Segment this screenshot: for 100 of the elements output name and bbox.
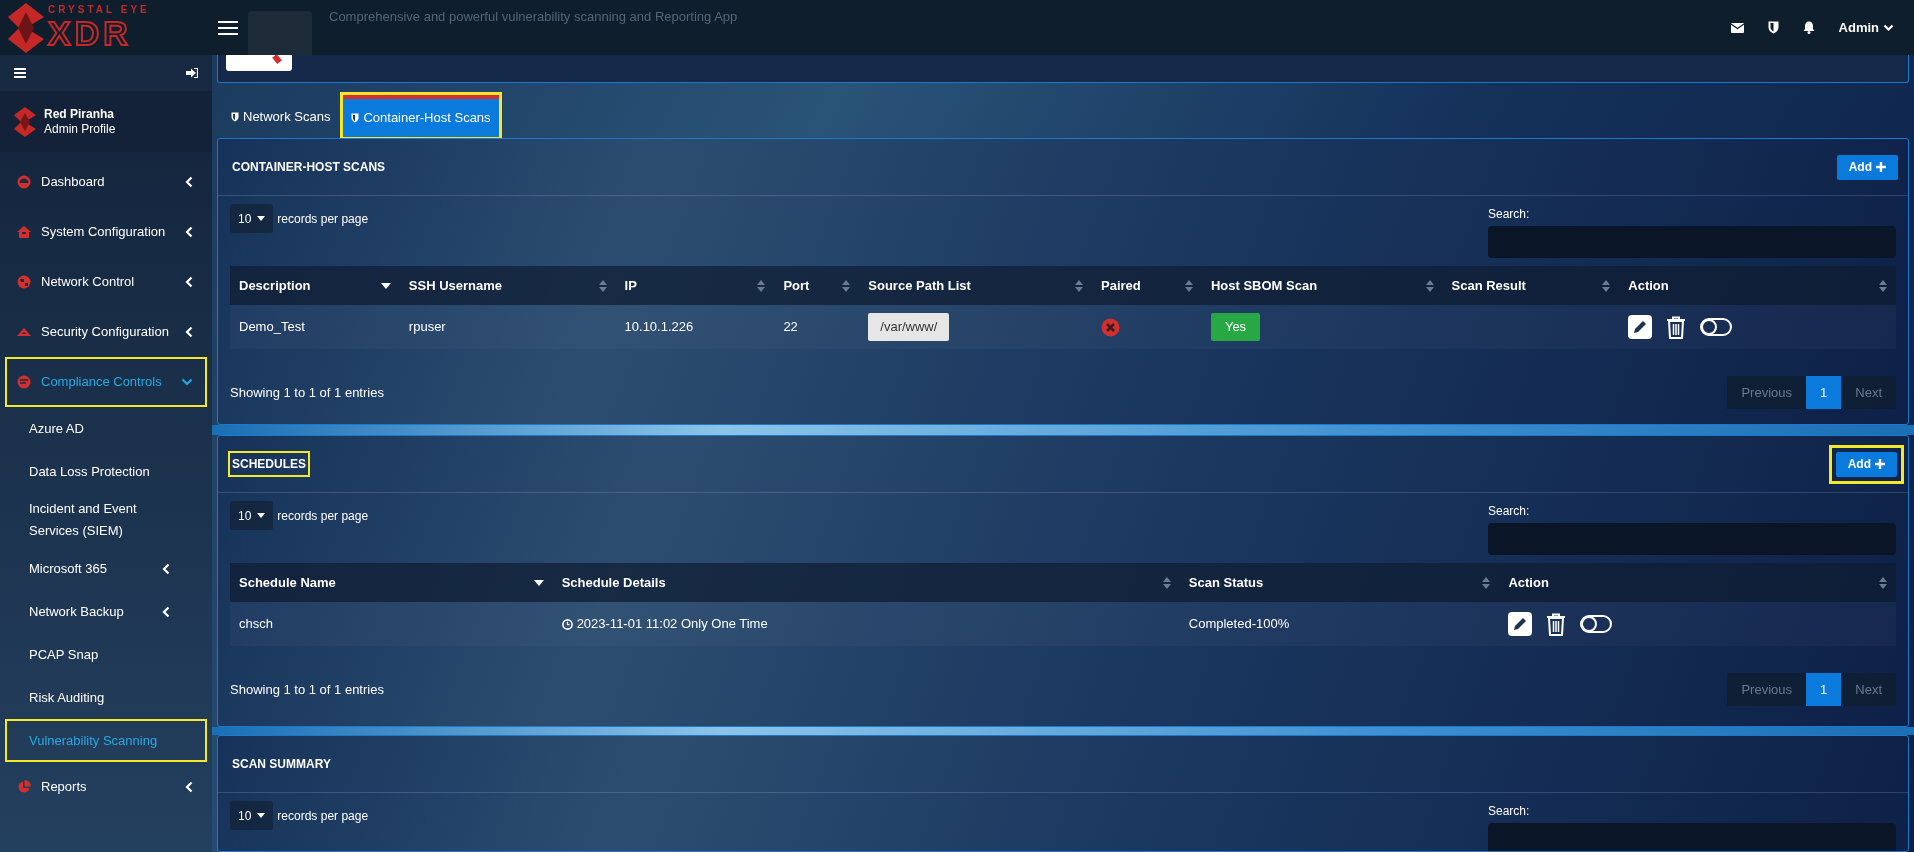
sort-icon[interactable] [1162, 576, 1171, 589]
shield-icon [231, 112, 239, 122]
column-header[interactable]: Scan Status [1179, 563, 1500, 602]
nav-item[interactable]: Compliance Controls [5, 357, 207, 407]
column-header[interactable]: Schedule Details [552, 563, 1180, 602]
sort-icon[interactable] [1184, 279, 1193, 292]
clock-icon [561, 618, 573, 630]
records-label: records per page [277, 507, 369, 525]
globe-icon [17, 275, 31, 289]
sort-icon[interactable] [1602, 279, 1611, 292]
plus-icon [1876, 162, 1886, 172]
table-cell: chsch [239, 616, 273, 632]
sort-down-icon[interactable] [380, 282, 391, 289]
records-select[interactable]: 10 [230, 501, 274, 530]
sort-icon[interactable] [1482, 576, 1491, 589]
logo-icon [8, 2, 44, 53]
menu-icon[interactable] [14, 68, 26, 78]
caret-icon [257, 513, 266, 518]
entries-info: Showing 1 to 1 of 1 entries [230, 383, 384, 402]
sign-out-icon[interactable] [186, 68, 198, 78]
sort-icon[interactable] [598, 279, 607, 292]
add-button[interactable]: Add [1836, 154, 1898, 180]
nav-item[interactable]: Data Loss Protection [5, 450, 207, 493]
records-select[interactable]: 10 [230, 801, 274, 830]
chevron-down-icon [1883, 23, 1894, 32]
table-cell: Completed-100% [1188, 616, 1290, 632]
sort-down-icon[interactable] [533, 579, 544, 586]
sort-icon[interactable] [1425, 279, 1434, 292]
trash-icon[interactable] [1666, 315, 1687, 339]
nav-item[interactable]: Reports [5, 762, 207, 812]
nav-item[interactable]: PCAP Snap [5, 633, 207, 676]
column-header[interactable]: IP [615, 266, 775, 305]
table-cell: Demo_Test [239, 319, 305, 335]
status-badge: Yes [1210, 313, 1261, 341]
shield-icon[interactable] [1767, 21, 1779, 34]
column-header[interactable]: Paired [1092, 266, 1202, 305]
nav-item[interactable]: Incident and Event Services (SIEM) [5, 493, 207, 547]
column-header[interactable]: SSH Username [399, 266, 616, 305]
nav-item[interactable]: Vulnerability Scanning [5, 719, 207, 762]
toggle-icon[interactable] [1700, 318, 1733, 336]
column-header[interactable]: Schedule Name [230, 563, 553, 602]
nav-item[interactable]: Microsoft 365 [5, 547, 207, 590]
user-menu[interactable]: Admin [1838, 17, 1894, 38]
column-header[interactable]: Scan Result [1442, 266, 1620, 305]
nav-item[interactable]: Network Control [5, 257, 207, 307]
sort-icon[interactable] [1075, 279, 1083, 292]
nav-item[interactable]: Azure AD [5, 407, 207, 450]
profile-role: Admin Profile [44, 121, 116, 137]
nav-item[interactable]: Security Configuration [5, 307, 207, 357]
column-header[interactable]: Action [1619, 266, 1896, 305]
records-label: records per page [277, 210, 369, 228]
nav-item[interactable]: Dashboard [5, 157, 207, 207]
house-icon [17, 226, 31, 238]
page-button[interactable]: 1 [1806, 673, 1842, 706]
shield-icon [351, 113, 360, 123]
sort-icon[interactable] [1879, 576, 1887, 589]
plus-icon [1875, 459, 1885, 469]
tab[interactable]: Container-Host Scans [343, 95, 499, 137]
column-header[interactable]: Action [1499, 563, 1896, 602]
nav-item[interactable]: System Configuration [5, 207, 207, 257]
chevron-left-icon [162, 562, 170, 575]
profile-name: Red Piranha [44, 106, 116, 122]
column-header[interactable]: Port [774, 266, 860, 305]
page-button[interactable]: 1 [1806, 376, 1842, 409]
panel-title: CONTAINER-HOST SCANS [231, 159, 387, 176]
records-select[interactable]: 10 [230, 204, 274, 233]
search-field[interactable] [1488, 523, 1896, 555]
chevron-left-icon [185, 276, 193, 288]
bell-icon[interactable] [1802, 21, 1815, 34]
search-field[interactable] [1488, 226, 1896, 258]
chevron-down-icon [181, 378, 193, 386]
chevron-left-icon [162, 605, 170, 618]
sort-icon[interactable] [1879, 279, 1887, 292]
column-header[interactable]: Source Path List [859, 266, 1092, 305]
table-cell: 10.10.1.226 [624, 319, 694, 335]
search-field[interactable] [1488, 823, 1896, 851]
nav-item[interactable]: Network Backup [5, 590, 207, 633]
nav-item[interactable]: Risk Auditing [5, 676, 207, 719]
sort-icon[interactable] [842, 279, 851, 292]
search-label: Search: [1488, 206, 1530, 223]
edit-icon[interactable] [1628, 315, 1653, 339]
chevron-left-icon [185, 781, 193, 793]
chevron-left-icon [185, 326, 193, 338]
panel-title: SCHEDULES [228, 451, 310, 477]
tab[interactable]: Network Scans [223, 98, 339, 136]
path-tag: /var/www/ [868, 313, 950, 341]
logo-tagline: CRYSTAL EYE [48, 4, 150, 15]
column-header[interactable]: Host SBOM Scan [1201, 266, 1443, 305]
trash-icon[interactable] [1546, 612, 1567, 636]
logo-icon [14, 106, 36, 137]
panel-title: SCAN SUMMARY [231, 756, 332, 773]
toggle-icon[interactable] [1580, 615, 1613, 633]
edit-icon[interactable] [1508, 612, 1533, 636]
column-header[interactable]: Description [230, 266, 400, 305]
add-button[interactable]: Add [1835, 451, 1897, 477]
mail-icon[interactable] [1730, 22, 1744, 33]
sort-icon[interactable] [757, 279, 766, 292]
chevron-left-icon [185, 176, 193, 188]
triangle-icon [17, 328, 31, 336]
caret-icon [257, 813, 266, 818]
